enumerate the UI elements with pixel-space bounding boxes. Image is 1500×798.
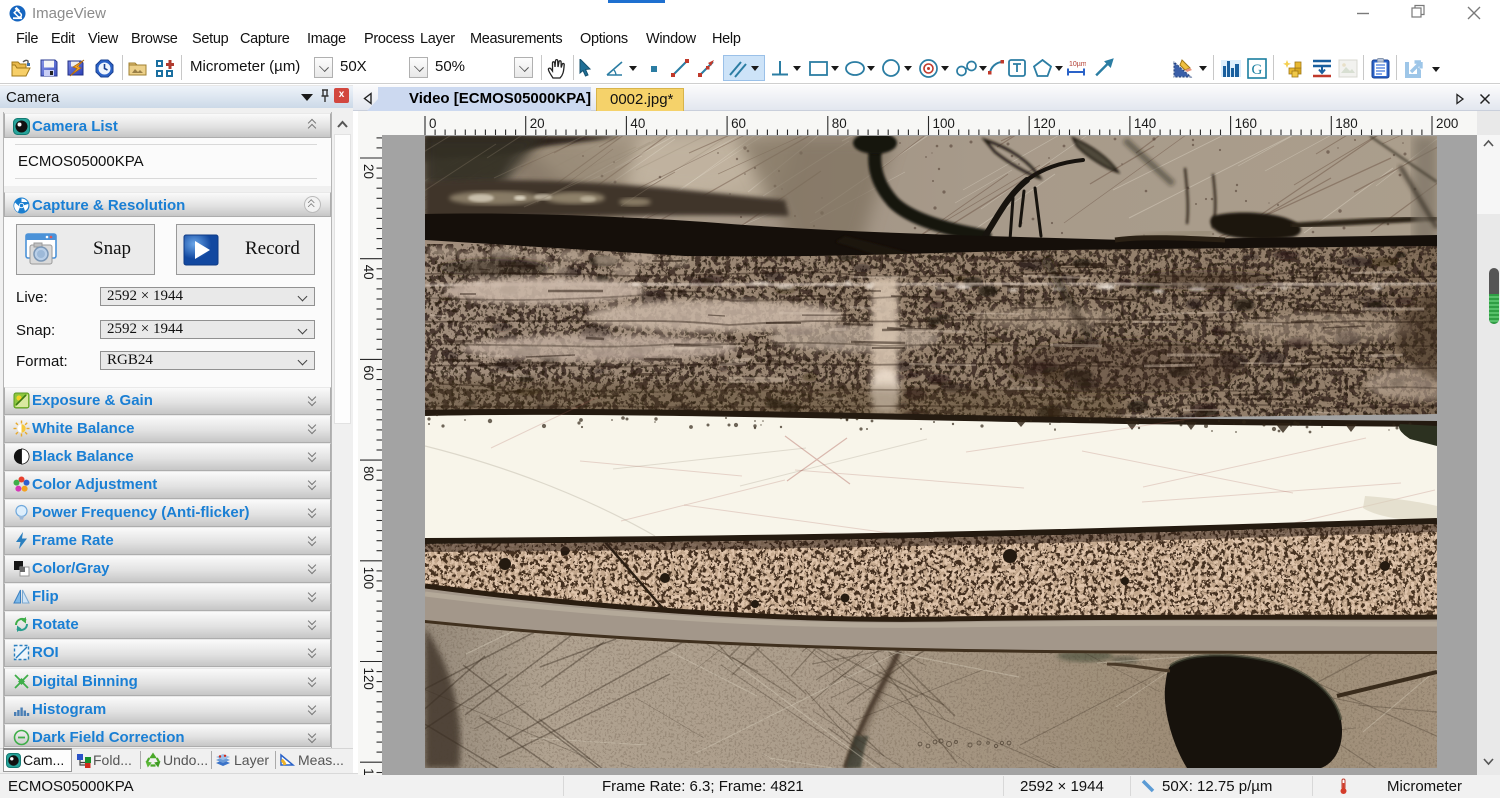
svg-text:140: 140 xyxy=(1134,116,1156,131)
svg-text:G: G xyxy=(1252,62,1263,78)
svg-text:60: 60 xyxy=(361,365,376,380)
svg-text:0: 0 xyxy=(429,116,436,131)
svg-text:80: 80 xyxy=(361,466,376,481)
svg-text:180: 180 xyxy=(1335,116,1357,131)
svg-text:80: 80 xyxy=(832,116,847,131)
svg-text:100: 100 xyxy=(361,567,376,589)
svg-text:200: 200 xyxy=(1436,116,1458,131)
svg-text:120: 120 xyxy=(361,668,376,690)
svg-text:40: 40 xyxy=(630,116,645,131)
svg-text:160: 160 xyxy=(1235,116,1257,131)
svg-text:140: 140 xyxy=(361,768,376,775)
svg-text:60: 60 xyxy=(731,116,746,131)
svg-text:20: 20 xyxy=(361,164,376,179)
svg-text:100: 100 xyxy=(933,116,955,131)
svg-text:10µm: 10µm xyxy=(1069,61,1086,68)
svg-text:20: 20 xyxy=(530,116,545,131)
svg-text:40: 40 xyxy=(361,265,376,280)
svg-text:120: 120 xyxy=(1033,116,1055,131)
